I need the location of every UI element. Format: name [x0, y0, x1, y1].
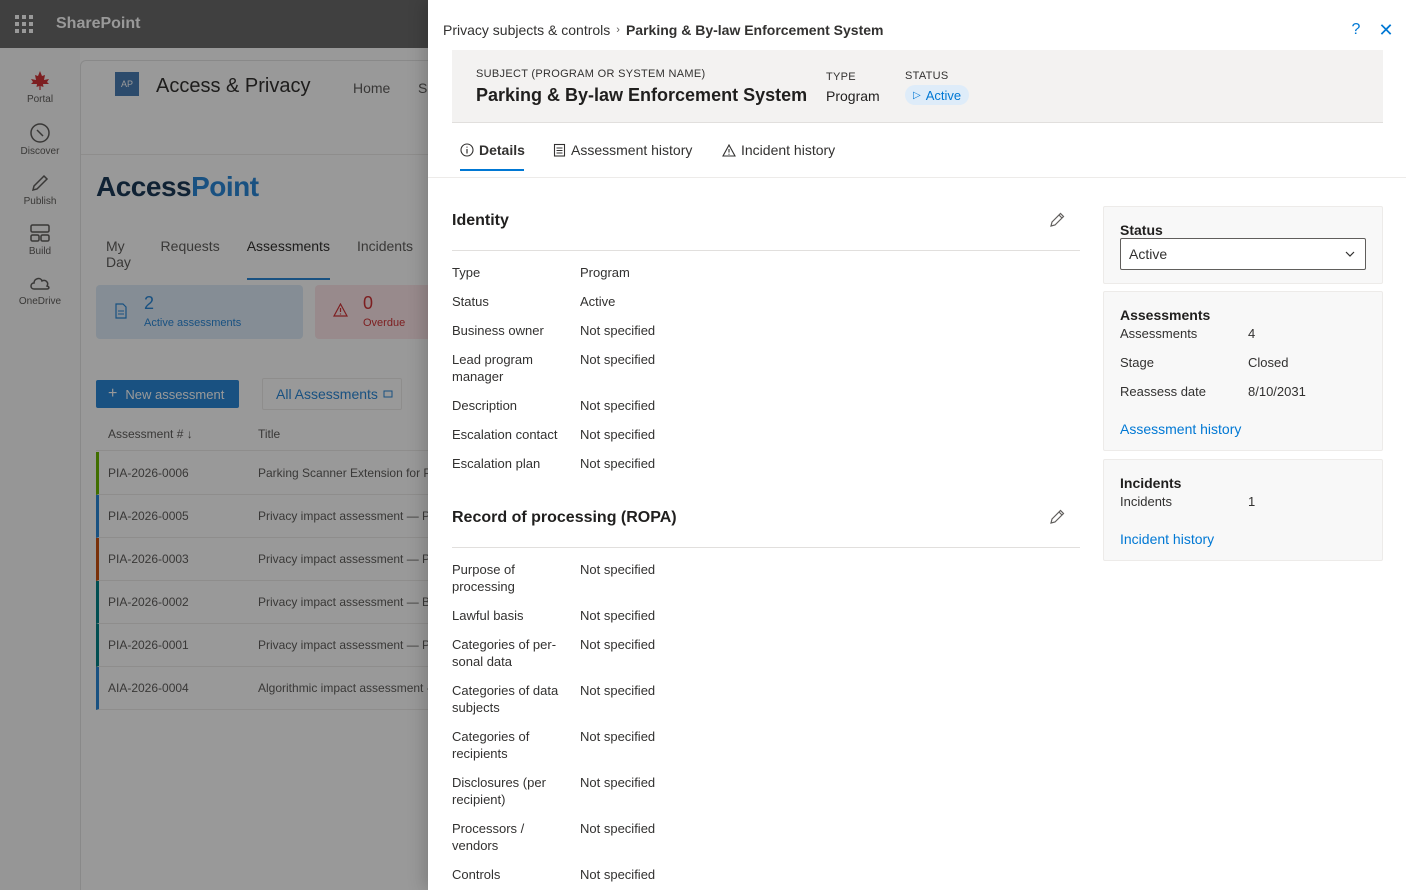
- field-label: Escalation contact: [452, 427, 558, 442]
- close-button[interactable]: ✕: [1376, 19, 1396, 41]
- field-value: Not specified: [580, 683, 656, 698]
- active-tab-indicator: [460, 169, 524, 171]
- tab-incident-history[interactable]: Incident history: [722, 140, 835, 160]
- field-label: Lawful basis: [452, 608, 524, 623]
- field-value: Not specified: [580, 821, 656, 836]
- type-label: TYPE: [826, 71, 856, 83]
- field-label: Description: [452, 398, 518, 413]
- field-label: Escalation plan: [452, 456, 541, 471]
- field-label: Purpose of processing: [452, 562, 515, 594]
- subject-detail-panel: Privacy subjects & controls › Parking & …: [428, 0, 1406, 890]
- status-card: Status Active: [1103, 206, 1383, 284]
- assessments-card: Assessments Assessments 4 Stage Closed R…: [1103, 291, 1383, 451]
- field-label: Categories of per-sonal data: [452, 637, 557, 669]
- field-value: Not specified: [580, 637, 656, 652]
- incidents-card: Incidents Incidents 1 Incident history: [1103, 459, 1383, 561]
- clipboard-icon: [553, 143, 566, 157]
- field-label: Status: [452, 294, 489, 309]
- subject-name: Parking & By-law Enforcement System: [476, 85, 808, 105]
- subject-label: SUBJECT (PROGRAM OR SYSTEM NAME): [476, 68, 706, 80]
- field-label: Categories of recipients: [452, 729, 530, 761]
- play-icon: ▷: [913, 89, 921, 101]
- reassess-date-value: 8/10/2031: [1248, 384, 1306, 399]
- edit-ropa-icon[interactable]: [1048, 508, 1066, 526]
- field-value: Not specified: [580, 608, 656, 623]
- section-divider: [452, 250, 1080, 251]
- reassess-date-label: Reassess date: [1120, 384, 1206, 399]
- ropa-section-title: Record of processing (ROPA): [452, 509, 677, 526]
- field-value: Not specified: [580, 775, 656, 790]
- field-value: Program: [580, 265, 630, 280]
- stage-label: Stage: [1120, 355, 1154, 370]
- field-label: Type: [452, 265, 481, 280]
- status-dropdown[interactable]: Active: [1120, 238, 1366, 270]
- type-value: Program: [826, 88, 880, 104]
- subject-header: SUBJECT (PROGRAM OR SYSTEM NAME) Parking…: [452, 50, 1383, 123]
- field-value: Not specified: [580, 398, 656, 413]
- assessments-count-label: Assessments: [1120, 326, 1198, 341]
- status-label: STATUS: [905, 70, 949, 82]
- field-label: Disclosures (per recipient): [452, 775, 546, 807]
- assessments-card-title: Assessments: [1120, 307, 1211, 323]
- detail-tabs: Details Assessment history Incident hist…: [428, 124, 1406, 178]
- tab-details[interactable]: Details: [460, 140, 525, 160]
- assessment-history-link[interactable]: Assessment history: [1120, 421, 1241, 437]
- breadcrumb-current: Parking & By-law Enforcement System: [625, 22, 884, 38]
- field-value: Active: [580, 294, 616, 309]
- breadcrumb-parent[interactable]: Privacy subjects & controls: [443, 22, 610, 38]
- field-label: Controls: [452, 867, 501, 882]
- warning-icon: [722, 143, 736, 157]
- assessments-count-value: 4: [1248, 326, 1256, 341]
- stage-value: Closed: [1248, 355, 1289, 370]
- info-icon: [460, 143, 474, 157]
- field-value: Not specified: [580, 323, 656, 338]
- field-label: Categories of data subjects: [452, 683, 559, 715]
- chevron-right-icon: ›: [616, 24, 620, 36]
- field-label: Processors / vendors: [452, 821, 525, 853]
- status-badge: ▷ Active: [905, 85, 970, 105]
- incidents-card-title: Incidents: [1120, 475, 1182, 491]
- field-value: Not specified: [580, 456, 656, 471]
- breadcrumb: Privacy subjects & controls › Parking & …: [443, 22, 884, 38]
- tab-assessment-history[interactable]: Assessment history: [553, 140, 692, 160]
- field-label: Business owner: [452, 323, 544, 338]
- section-divider: [452, 547, 1080, 548]
- field-label: Lead program manager: [452, 352, 533, 384]
- identity-section-title: Identity: [452, 212, 509, 229]
- edit-identity-icon[interactable]: [1048, 211, 1066, 229]
- chevron-down-icon: [1345, 251, 1355, 257]
- incident-history-link[interactable]: Incident history: [1120, 531, 1214, 547]
- help-button[interactable]: ?: [1346, 19, 1366, 41]
- incidents-count-value: 1: [1248, 494, 1256, 509]
- field-value: Not specified: [580, 562, 656, 577]
- field-value: Not specified: [580, 729, 656, 744]
- field-value: Not specified: [580, 352, 656, 367]
- field-value: Not specified: [580, 427, 656, 442]
- field-value: Not specified: [580, 867, 656, 882]
- status-card-title: Status: [1120, 222, 1163, 238]
- incidents-count-label: Incidents: [1120, 494, 1173, 509]
